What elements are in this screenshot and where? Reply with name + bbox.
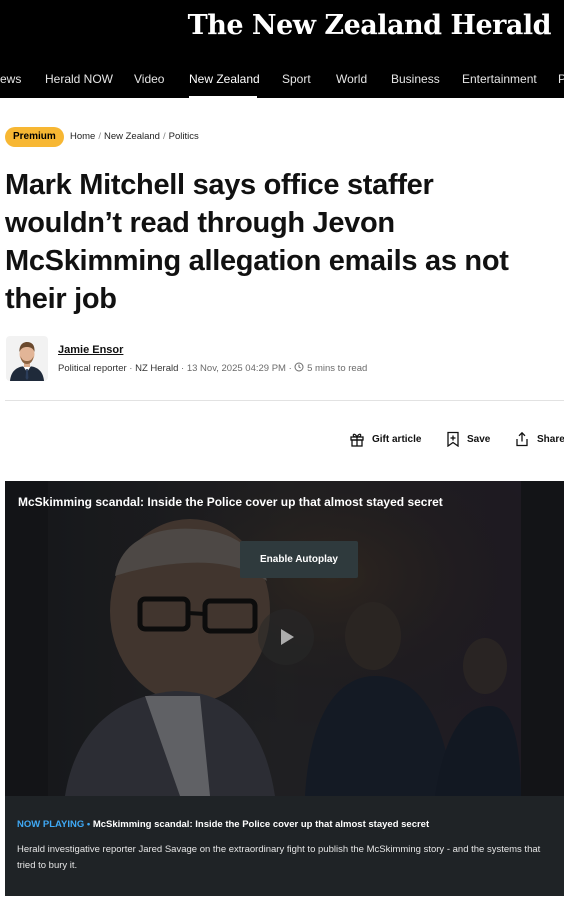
- gift-article-label: Gift article: [372, 433, 422, 445]
- meta-separator: ·: [288, 363, 292, 374]
- share-label: Share: [537, 433, 564, 445]
- nav-item-sport[interactable]: Sport: [282, 60, 311, 98]
- author-outlet: NZ Herald: [135, 363, 179, 374]
- save-button[interactable]: Save: [446, 430, 490, 448]
- meta-separator: ·: [181, 363, 185, 374]
- video-player[interactable]: McSkimming scandal: Inside the Police co…: [5, 481, 564, 796]
- nav-item-world[interactable]: World: [336, 60, 367, 98]
- enable-autoplay-button[interactable]: Enable Autoplay: [240, 541, 358, 578]
- publish-date: 13 Nov, 2025 04:29 PM: [186, 363, 286, 374]
- breadcrumb-separator: /: [162, 131, 166, 142]
- read-time: 5 mins to read: [307, 363, 368, 374]
- now-playing-separator: •: [84, 819, 93, 830]
- nav-item-new-zealand[interactable]: New Zealand: [189, 60, 260, 98]
- meta-separator: ·: [129, 363, 133, 374]
- author-role: Political reporter: [58, 363, 127, 374]
- nav-item-video[interactable]: Video: [134, 60, 164, 98]
- site-logo[interactable]: The New Zealand Herald: [188, 10, 552, 41]
- breadcrumb-new-zealand[interactable]: New Zealand: [104, 131, 160, 142]
- breadcrumb-home[interactable]: Home: [70, 131, 95, 142]
- article-headline: Mark Mitchell says office staffer wouldn…: [5, 169, 509, 315]
- author-meta: Political reporter · NZ Herald · 13 Nov,…: [58, 362, 367, 374]
- nav-item-news[interactable]: ews: [0, 60, 21, 98]
- breadcrumb-separator: /: [98, 131, 101, 142]
- now-playing-title[interactable]: McSkimming scandal: Inside the Police co…: [93, 819, 429, 830]
- play-icon: [281, 629, 294, 645]
- nav-item-herald-now[interactable]: Herald NOW: [45, 60, 113, 98]
- video-caption: NOW PLAYING • McSkimming scandal: Inside…: [5, 796, 564, 896]
- section-nav: ews Herald NOW Video New Zealand Sport W…: [0, 60, 564, 98]
- play-button[interactable]: [258, 609, 314, 665]
- bookmark-plus-icon: [447, 431, 459, 447]
- now-playing-line: NOW PLAYING • McSkimming scandal: Inside…: [17, 819, 429, 830]
- save-label: Save: [467, 433, 491, 445]
- nav-item-entertainment[interactable]: Entertainment: [462, 60, 537, 98]
- share-icon: [516, 431, 528, 447]
- now-playing-tag: NOW PLAYING: [17, 819, 85, 830]
- author-name-link[interactable]: Jamie Ensor: [58, 344, 123, 356]
- breadcrumb-politics[interactable]: Politics: [169, 131, 199, 142]
- nav-item-partial[interactable]: P: [558, 60, 564, 98]
- video-title: McSkimming scandal: Inside the Police co…: [18, 495, 443, 509]
- author-avatar[interactable]: [6, 336, 48, 381]
- gift-article-button[interactable]: Gift article: [349, 430, 421, 448]
- premium-badge: Premium: [5, 127, 64, 147]
- clock-icon: [294, 362, 307, 374]
- masthead: The New Zealand Herald: [0, 0, 564, 60]
- divider: [5, 400, 564, 401]
- breadcrumb: Home / New Zealand / Politics: [70, 131, 199, 142]
- nav-active-indicator: [189, 96, 257, 98]
- share-button[interactable]: Share: [514, 430, 564, 448]
- video-description: Herald investigative reporter Jared Sava…: [17, 844, 541, 871]
- gift-icon: [350, 433, 364, 447]
- nav-item-business[interactable]: Business: [391, 60, 440, 98]
